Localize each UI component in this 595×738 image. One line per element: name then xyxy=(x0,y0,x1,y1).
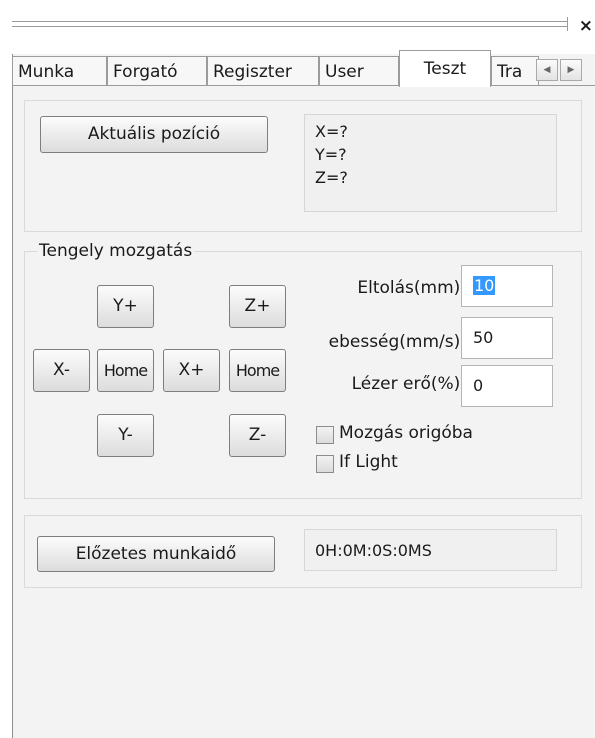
z-plus-button[interactable]: Z+ xyxy=(229,285,286,328)
titlebar-grip-line xyxy=(12,26,567,27)
if-light-label: If Light xyxy=(339,452,398,472)
estimate-value: 0H:0M:0S:0MS xyxy=(315,541,432,560)
tab-baseline xyxy=(12,85,595,86)
move-origin-checkbox[interactable] xyxy=(316,426,334,444)
speed-label: ebesség(mm/s): xyxy=(328,332,466,352)
axis-move-group: Tengely mozgatás Y+ X- Home X+ Y- Z+ Hom… xyxy=(24,241,582,499)
estimate-readout: 0H:0M:0S:0MS xyxy=(304,529,557,571)
x-readout: X=? xyxy=(315,122,348,141)
tab-user[interactable]: User xyxy=(319,56,399,86)
tab-strip: Munka Forgató Regiszter User Teszt Tra ◀… xyxy=(12,50,595,87)
z-minus-button[interactable]: Z- xyxy=(229,414,286,457)
tab-forgato[interactable]: Forgató xyxy=(107,56,207,86)
speed-input[interactable]: 50 xyxy=(461,317,553,359)
y-readout: Y=? xyxy=(315,145,347,164)
offset-label: Eltolás(mm): xyxy=(357,278,466,298)
y-minus-button[interactable]: Y- xyxy=(97,414,154,457)
tab-regiszter[interactable]: Regiszter xyxy=(207,56,319,86)
tab-munka[interactable]: Munka xyxy=(12,56,107,86)
estimate-worktime-button[interactable]: Előzetes munkaidő xyxy=(37,536,275,572)
current-position-button[interactable]: Aktuális pozíció xyxy=(40,116,268,153)
x-plus-button[interactable]: X+ xyxy=(163,349,220,392)
tab-tra[interactable]: Tra xyxy=(491,56,539,86)
home-xy-button[interactable]: Home xyxy=(97,349,154,392)
move-origin-label: Mozgás origóba xyxy=(339,423,473,443)
position-readout: X=? Y=? Z=? xyxy=(304,114,557,212)
estimate-group: Előzetes munkaidő 0H:0M:0S:0MS xyxy=(24,515,582,588)
laser-power-input[interactable]: 0 xyxy=(461,365,553,407)
titlebar-grip-line xyxy=(12,21,567,22)
panel-titlebar[interactable]: × xyxy=(12,8,595,54)
axis-group-title: Tengely mozgatás xyxy=(37,241,195,261)
x-minus-button[interactable]: X- xyxy=(33,349,90,392)
laser-power-label: Lézer erő(%): xyxy=(351,374,466,394)
position-group: Aktuális pozíció X=? Y=? Z=? xyxy=(24,100,582,232)
offset-input[interactable]: 10 xyxy=(461,265,553,307)
tab-scroll-right-icon[interactable]: ▶ xyxy=(560,59,582,81)
z-readout: Z=? xyxy=(315,168,348,187)
offset-value: 10 xyxy=(473,276,496,295)
if-light-checkbox[interactable] xyxy=(316,455,334,473)
tab-scroll-left-icon[interactable]: ◀ xyxy=(536,59,558,81)
titlebar-grip-end xyxy=(567,17,568,31)
close-icon[interactable]: × xyxy=(579,18,593,35)
y-plus-button[interactable]: Y+ xyxy=(97,285,154,328)
home-z-button[interactable]: Home xyxy=(229,349,286,392)
tab-teszt[interactable]: Teszt xyxy=(399,50,491,87)
